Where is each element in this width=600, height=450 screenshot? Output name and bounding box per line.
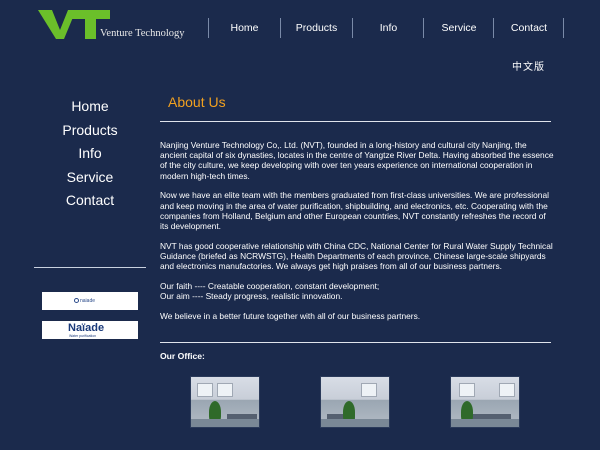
photo-window bbox=[499, 383, 515, 397]
sidebar-divider bbox=[34, 267, 146, 268]
page-title: About Us bbox=[168, 94, 226, 110]
logo-text: Venture Technology bbox=[100, 28, 185, 39]
office-photo[interactable] bbox=[450, 376, 520, 428]
sidebar-item-service[interactable]: Service bbox=[40, 166, 140, 190]
photo-window bbox=[217, 383, 233, 397]
sidebar-item-info[interactable]: Info bbox=[40, 142, 140, 166]
topnav-home[interactable]: Home bbox=[208, 18, 280, 38]
top-navigation: Home Products Info Service Contact bbox=[208, 18, 564, 38]
partner-logo-text: naiade bbox=[80, 298, 96, 304]
sidebar-item-products[interactable]: Products bbox=[40, 119, 140, 143]
logo[interactable]: Venture Technology bbox=[38, 8, 188, 42]
photo-floor bbox=[451, 419, 519, 427]
partner-logo-text: Naïade bbox=[68, 322, 105, 334]
photo-window bbox=[459, 383, 475, 397]
photo-window bbox=[361, 383, 377, 397]
office-photo[interactable] bbox=[320, 376, 390, 428]
about-paragraph: Our faith ---- Creatable cooperation, co… bbox=[160, 280, 380, 301]
title-divider bbox=[160, 121, 551, 122]
partner-logo-naiade-large[interactable]: Naïade Water purification bbox=[42, 321, 138, 339]
about-paragraph: Now we have an elite team with the membe… bbox=[160, 190, 549, 231]
content-divider bbox=[160, 342, 551, 343]
topnav-divider bbox=[563, 18, 564, 38]
sidebar-navigation: Home Products Info Service Contact bbox=[40, 95, 140, 213]
topnav-products[interactable]: Products bbox=[280, 18, 352, 38]
about-content: Nanjing Venture Technology Co,. Ltd. (NV… bbox=[160, 140, 555, 330]
office-photo[interactable] bbox=[190, 376, 260, 428]
photo-floor bbox=[191, 419, 259, 427]
sidebar-item-contact[interactable]: Contact bbox=[40, 189, 140, 213]
photo-floor bbox=[321, 419, 389, 427]
partner-emblem-icon bbox=[74, 298, 79, 303]
topnav-service[interactable]: Service bbox=[423, 18, 494, 38]
language-link-chinese[interactable]: 中文版 bbox=[512, 58, 545, 73]
about-paragraph: Nanjing Venture Technology Co,. Ltd. (NV… bbox=[160, 140, 554, 181]
sidebar-item-home[interactable]: Home bbox=[40, 95, 140, 119]
topnav-contact[interactable]: Contact bbox=[493, 18, 564, 38]
photo-window bbox=[197, 383, 213, 397]
partner-logo-subtext: Water purification bbox=[69, 334, 97, 338]
about-paragraph: NVT has good cooperative relationship wi… bbox=[160, 240, 553, 272]
office-label: Our Office: bbox=[160, 351, 205, 361]
partner-logo-naiade-small[interactable]: naiade bbox=[42, 292, 138, 310]
about-paragraph: We believe in a better future together w… bbox=[160, 310, 421, 321]
topnav-info[interactable]: Info bbox=[352, 18, 424, 38]
